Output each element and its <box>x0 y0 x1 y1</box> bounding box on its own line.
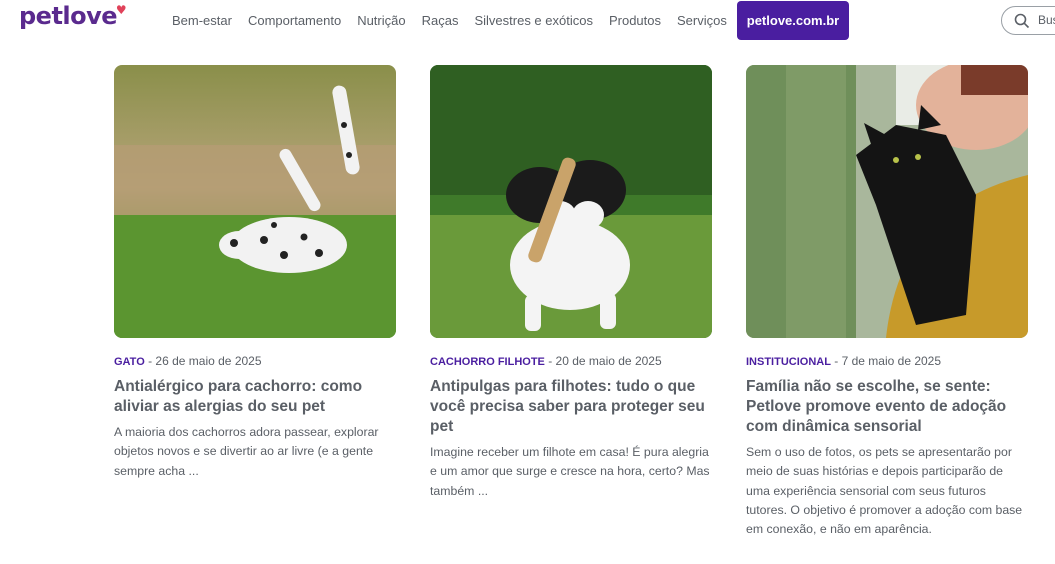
article-category[interactable]: GATO <box>114 356 145 368</box>
article-category[interactable]: CACHORRO FILHOTE <box>430 356 545 368</box>
article-image-black-cat[interactable] <box>746 65 1028 338</box>
article-date: - 7 de maio de 2025 <box>830 354 942 368</box>
search-placeholder: Bus <box>1038 13 1055 27</box>
article-image-dalmatian[interactable] <box>114 65 396 338</box>
petlove-logo[interactable]: petlove ♥ <box>19 2 127 30</box>
article-meta: INSTITUCIONAL - 7 de maio de 2025 <box>746 354 1028 368</box>
article-excerpt: Imagine receber um filhote em casa! É pu… <box>430 445 710 498</box>
article-title[interactable]: Antipulgas para filhotes: tudo o que voc… <box>430 377 712 437</box>
article-excerpt: Sem o uso de fotos, os pets se apresenta… <box>746 445 1023 537</box>
nav-servicos[interactable]: Serviços <box>677 13 727 28</box>
nav-nutricao[interactable]: Nutrição <box>357 13 405 28</box>
nav-silvestres[interactable]: Silvestres e exóticos <box>474 13 593 28</box>
article-meta: CACHORRO FILHOTE - 20 de maio de 2025 <box>430 354 712 368</box>
article-title[interactable]: Antialérgico para cachorro: como aliviar… <box>114 377 396 417</box>
article-title[interactable]: Família não se escolhe, se sente: Petlov… <box>746 377 1028 437</box>
article-card[interactable]: INSTITUCIONAL - 7 de maio de 2025 Famíli… <box>746 65 1028 539</box>
main-nav: Bem-estar Comportamento Nutrição Raças S… <box>172 13 743 28</box>
site-header: petlove ♥ Bem-estar Comportamento Nutriç… <box>0 0 1055 42</box>
article-date: - 20 de maio de 2025 <box>544 354 662 368</box>
nav-comportamento[interactable]: Comportamento <box>248 13 341 28</box>
petlove-store-button[interactable]: petlove.com.br <box>737 1 849 40</box>
article-image-puppies[interactable] <box>430 65 712 338</box>
logo-text: petlove <box>19 2 118 30</box>
article-card[interactable]: GATO - 26 de maio de 2025 Antialérgico p… <box>114 65 396 481</box>
article-meta: GATO - 26 de maio de 2025 <box>114 354 396 368</box>
article-excerpt: A maioria dos cachorros adora passear, e… <box>114 425 379 478</box>
nav-produtos[interactable]: Produtos <box>609 13 661 28</box>
search-icon <box>1014 13 1030 29</box>
nav-racas[interactable]: Raças <box>422 13 459 28</box>
article-date: - 26 de maio de 2025 <box>144 354 262 368</box>
article-category[interactable]: INSTITUCIONAL <box>746 356 831 368</box>
heart-icon: ♥ <box>115 3 127 17</box>
nav-bem-estar[interactable]: Bem-estar <box>172 13 232 28</box>
article-card[interactable]: CACHORRO FILHOTE - 20 de maio de 2025 An… <box>430 65 712 501</box>
search-input[interactable]: Bus <box>1001 6 1055 35</box>
